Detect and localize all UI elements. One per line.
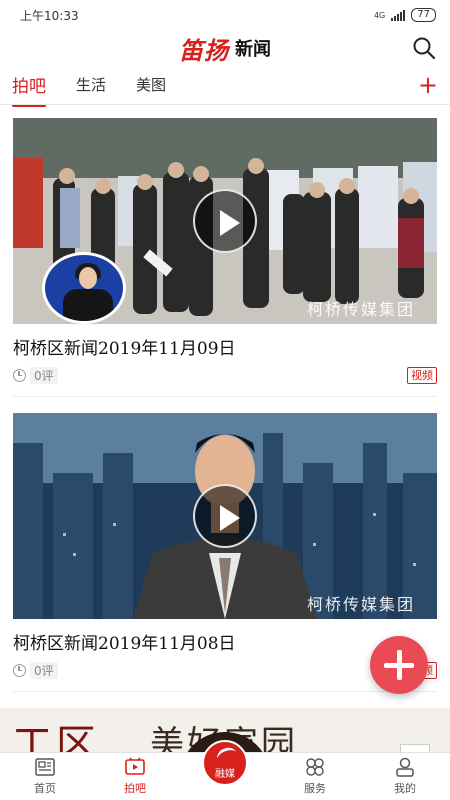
status-indicators: 4G 77 bbox=[374, 8, 436, 22]
play-icon[interactable] bbox=[193, 484, 257, 548]
nav-services-label: 服务 bbox=[304, 782, 326, 795]
status-time: 上午10:33 bbox=[20, 8, 79, 23]
comment-info: 0评 bbox=[13, 661, 58, 679]
add-tab-button[interactable]: + bbox=[418, 70, 438, 100]
watermark-text: 柯桥传媒集团 bbox=[306, 300, 415, 319]
signal-icon bbox=[391, 9, 406, 21]
logo-brand: 笛扬 bbox=[179, 35, 229, 65]
app-root: 上午10:33 4G 77 笛扬 新闻 拍吧 生活 美图 + 柯桥传媒集团 柯桥… bbox=[0, 0, 450, 800]
tab-life[interactable]: 生活 bbox=[76, 74, 106, 99]
nav-rongmei-label: 融媒 bbox=[215, 769, 235, 780]
network-label: 4G bbox=[373, 10, 386, 20]
app-logo: 笛扬 新闻 bbox=[179, 31, 271, 66]
status-bar: 上午10:33 4G 77 bbox=[0, 0, 450, 30]
video-thumbnail[interactable]: 柯桥传媒集团 bbox=[13, 413, 437, 619]
news-title[interactable]: 柯桥区新闻2019年11月09日 bbox=[13, 334, 437, 359]
play-icon[interactable] bbox=[193, 189, 257, 253]
nav-me-label: 我的 bbox=[394, 782, 416, 795]
card-divider bbox=[13, 691, 437, 692]
video-icon bbox=[125, 757, 145, 775]
battery-indicator: 77 bbox=[411, 8, 436, 22]
nav-home-label: 首页 bbox=[34, 782, 56, 795]
clock-icon bbox=[13, 368, 26, 382]
search-icon[interactable] bbox=[412, 36, 436, 60]
category-tabs: 拍吧 生活 美图 + bbox=[0, 68, 450, 107]
tab-paiba[interactable]: 拍吧 bbox=[12, 72, 46, 107]
swirl-logo-icon: 融媒 bbox=[202, 740, 248, 786]
tab-photos[interactable]: 美图 bbox=[136, 74, 166, 99]
nav-paiba-label: 拍吧 bbox=[124, 782, 146, 795]
app-header: 笛扬 新闻 bbox=[0, 30, 450, 66]
tabs-divider bbox=[0, 104, 450, 105]
video-badge: 视频 bbox=[407, 366, 437, 384]
logo-title: 新闻 bbox=[235, 39, 271, 60]
nav-services[interactable]: 服务 bbox=[280, 756, 350, 796]
sign-language-inset bbox=[42, 252, 126, 324]
nav-paiba[interactable]: 拍吧 bbox=[100, 756, 170, 796]
clover-grid-icon bbox=[306, 758, 324, 776]
comment-count: 0评 bbox=[30, 661, 58, 679]
news-meta: 0评 视频 bbox=[13, 366, 437, 384]
comment-info: 0评 bbox=[13, 366, 58, 384]
bottom-navigation: 首页 拍吧 融媒 服务 我的 bbox=[0, 740, 450, 800]
comment-count: 0评 bbox=[30, 366, 58, 384]
watermark-text: 柯桥传媒集团 bbox=[306, 595, 415, 614]
nav-rongmei[interactable]: 融媒 bbox=[190, 740, 260, 796]
person-icon bbox=[396, 757, 414, 777]
newspaper-icon bbox=[35, 758, 55, 776]
nav-me[interactable]: 我的 bbox=[370, 756, 440, 796]
card-divider bbox=[13, 396, 437, 397]
add-post-button[interactable] bbox=[370, 636, 428, 694]
nav-home[interactable]: 首页 bbox=[10, 756, 80, 796]
clock-icon bbox=[13, 663, 26, 677]
